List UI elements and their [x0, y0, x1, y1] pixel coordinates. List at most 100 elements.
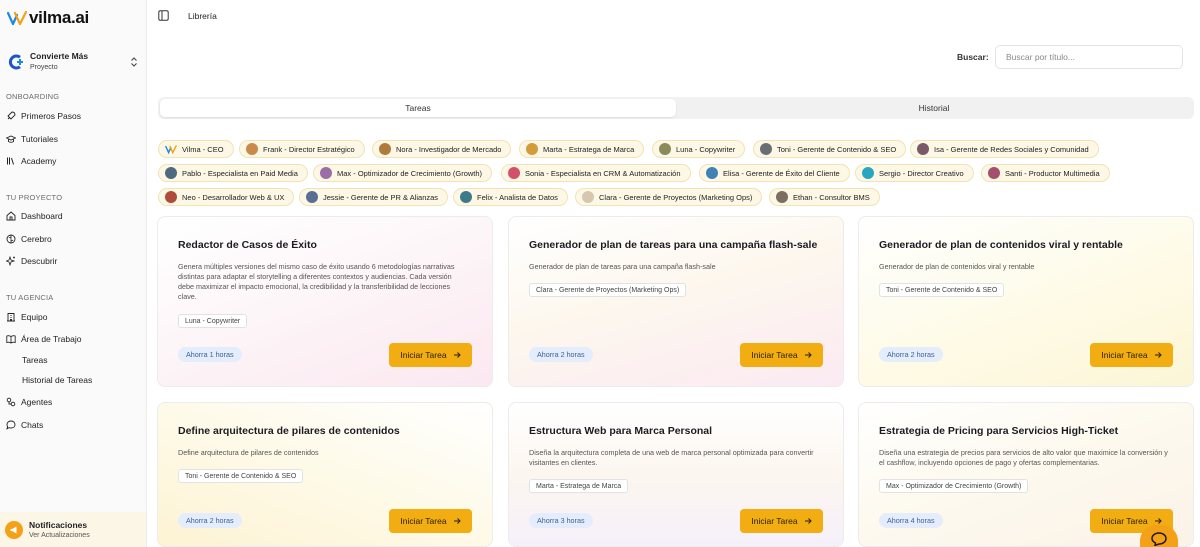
task-card[interactable]: Generador de plan de tareas para una cam…	[508, 216, 844, 387]
sidebar-item-academy[interactable]: Academy	[6, 153, 140, 169]
home-icon	[6, 211, 16, 221]
book-open-icon	[6, 335, 16, 344]
agent-chip-neo[interactable]: Neo - Desarrollador Web & UX	[158, 188, 295, 206]
sidebar-item-chats[interactable]: Chats	[6, 417, 140, 433]
vilma-logo-icon	[7, 10, 27, 26]
card-agent-tag: Toni - Gerente de Contenido & SEO	[879, 283, 1005, 297]
button-label: Iniciar Tarea	[400, 350, 447, 360]
sidebar-item-cerebro[interactable]: Cerebro	[6, 231, 140, 247]
task-card[interactable]: Estructura Web para Marca Personal Diseñ…	[508, 402, 844, 547]
agent-chip-pablo[interactable]: Pablo - Especialista en Paid Media	[158, 164, 308, 182]
agent-chip-frank[interactable]: Frank - Director Estratégico	[239, 140, 365, 158]
agent-chip-label: Luna - Copywriter	[676, 144, 736, 154]
agent-chip-label: Sonia - Especialista en CRM & Automatiza…	[525, 168, 681, 178]
sidebar-item-area-de-trabajo[interactable]: Área de Trabajo	[6, 331, 140, 347]
sidebar-item-tareas[interactable]: Tareas	[22, 355, 48, 365]
card-description: Diseña la arquitectura completa de una w…	[529, 448, 814, 467]
tab-bar: Tareas Historial	[158, 97, 1194, 119]
tab-tareas[interactable]: Tareas	[160, 99, 676, 117]
task-card[interactable]: Estrategia de Pricing para Servicios Hig…	[858, 402, 1194, 547]
card-description: Generador de plan de contenidos viral y …	[879, 262, 1035, 271]
card-title: Estrategia de Pricing para Servicios Hig…	[879, 425, 1119, 437]
start-task-button[interactable]: Iniciar Tarea	[389, 343, 472, 367]
avatar	[988, 167, 1000, 179]
agent-chip-label: Neo - Desarrollador Web & UX	[182, 192, 285, 202]
task-card[interactable]: Define arquitectura de pilares de conten…	[157, 402, 493, 547]
task-card[interactable]: Redactor de Casos de Éxito Genera múltip…	[157, 216, 493, 387]
card-description: Diseña una estrategia de precios para se…	[879, 448, 1168, 467]
agent-chip-clara[interactable]: Clara - Gerente de Proyectos (Marketing …	[575, 188, 763, 206]
agent-chip-sonia[interactable]: Sonia - Especialista en CRM & Automatiza…	[501, 164, 691, 182]
card-description: Generador de plan de tareas para una cam…	[529, 262, 716, 271]
search-input[interactable]	[995, 45, 1183, 69]
avatar	[165, 191, 177, 203]
avatar	[526, 143, 538, 155]
agent-chip-marta[interactable]: Marta - Estratega de Marca	[519, 140, 645, 158]
sidebar-item-descubrir[interactable]: Descubrir	[6, 253, 140, 269]
button-label: Iniciar Tarea	[1101, 350, 1148, 360]
section-tu-agencia: TU AGENCIA	[6, 293, 54, 302]
breadcrumb: Librería	[188, 11, 217, 21]
sidebar-item-label: Tutoriales	[21, 134, 59, 144]
avatar	[582, 191, 594, 203]
agent-chip-label: Isa - Gerente de Redes Sociales y Comuni…	[934, 144, 1089, 154]
agent-chip-toni[interactable]: Toni - Gerente de Contenido & SEO	[753, 140, 907, 158]
agent-chip-label: Felix - Analista de Datos	[477, 192, 558, 202]
button-label: Iniciar Tarea	[1101, 516, 1148, 526]
start-task-button[interactable]: Iniciar Tarea	[740, 343, 823, 367]
agent-chip-max[interactable]: Max - Optimizador de Crecimiento (Growth…	[313, 164, 493, 182]
card-agent-tag: Clara - Gerente de Proyectos (Marketing …	[529, 283, 687, 297]
avatar	[760, 143, 772, 155]
agent-chip-label: Frank - Director Estratégico	[263, 144, 355, 154]
agent-chip-label: Vilma - CEO	[182, 144, 224, 154]
agent-chip-label: Jessie - Gerente de PR & Alianzas	[323, 192, 439, 202]
agent-chip-label: Clara - Gerente de Proyectos (Marketing …	[599, 192, 753, 202]
agent-chip-elisa[interactable]: Elisa - Gerente de Éxito del Cliente	[699, 164, 850, 182]
sidebar-item-tutoriales[interactable]: Tutoriales	[6, 131, 140, 147]
library-icon	[7, 157, 14, 165]
agent-chip-sergio[interactable]: Sergio - Director Creativo	[855, 164, 974, 182]
avatar	[306, 191, 318, 203]
panel-left-icon[interactable]	[158, 10, 169, 21]
arrow-right-icon	[804, 352, 812, 358]
start-task-button[interactable]: Iniciar Tarea	[740, 509, 823, 533]
start-task-button[interactable]: Iniciar Tarea	[389, 509, 472, 533]
agent-chip-isa[interactable]: Isa - Gerente de Redes Sociales y Comuni…	[910, 140, 1099, 158]
sidebar-item-primeros-pasos[interactable]: Primeros Pasos	[6, 108, 140, 124]
sidebar-item-historial-de-tareas[interactable]: Historial de Tareas	[22, 375, 92, 385]
avatar	[917, 143, 929, 155]
agent-chip-label: Sergio - Director Creativo	[879, 168, 964, 178]
notifications-panel[interactable]: Notificaciones Ver Actualizaciones	[0, 512, 146, 547]
agent-chip-felix[interactable]: Felix - Analista de Datos	[453, 188, 568, 206]
start-task-button[interactable]: Iniciar Tarea	[1090, 343, 1173, 367]
brain-icon	[6, 234, 16, 244]
agent-chip-label: Elisa - Gerente de Éxito del Cliente	[723, 168, 840, 178]
task-card[interactable]: Generador de plan de contenidos viral y …	[858, 216, 1194, 387]
tab-historial[interactable]: Historial	[676, 99, 1192, 117]
sidebar: vilma.ai Convierte Más Proyecto ONBOARDI…	[0, 0, 147, 547]
card-title: Generador de plan de tareas para una cam…	[529, 239, 818, 251]
avatar	[165, 167, 177, 179]
agent-chip-nora[interactable]: Nora - Investigador de Mercado	[372, 140, 512, 158]
avatar	[659, 143, 671, 155]
card-agent-tag: Marta - Estratega de Marca	[529, 479, 629, 493]
agent-chip-vilma[interactable]: Vilma - CEO	[158, 140, 234, 158]
card-agent-tag: Luna - Copywriter	[178, 314, 248, 328]
support-chat-button[interactable]	[1140, 525, 1178, 547]
agent-chip-jessie[interactable]: Jessie - Gerente de PR & Alianzas	[299, 188, 449, 206]
brand-logo[interactable]: vilma.ai	[7, 8, 89, 28]
avatar	[706, 167, 718, 179]
avatar	[776, 191, 788, 203]
section-tu-proyecto: TU PROYECTO	[6, 193, 63, 202]
agent-chip-luna[interactable]: Luna - Copywriter	[652, 140, 746, 158]
notifications-title: Notificaciones	[29, 519, 88, 530]
arrow-right-icon	[804, 518, 812, 524]
project-switcher[interactable]: Convierte Más Proyecto	[6, 46, 140, 78]
agent-chip-santi[interactable]: Santi - Productor Multimedia	[981, 164, 1110, 182]
agent-chip-ethan[interactable]: Ethan - Consultor BMS	[769, 188, 880, 206]
sidebar-item-label: Equipo	[21, 312, 48, 322]
sidebar-item-agentes[interactable]: Agentes	[6, 394, 140, 410]
sidebar-item-dashboard[interactable]: Dashboard	[6, 208, 140, 224]
card-time-badge: Ahorra 3 horas	[529, 513, 593, 528]
sidebar-item-equipo[interactable]: Equipo	[6, 309, 140, 325]
